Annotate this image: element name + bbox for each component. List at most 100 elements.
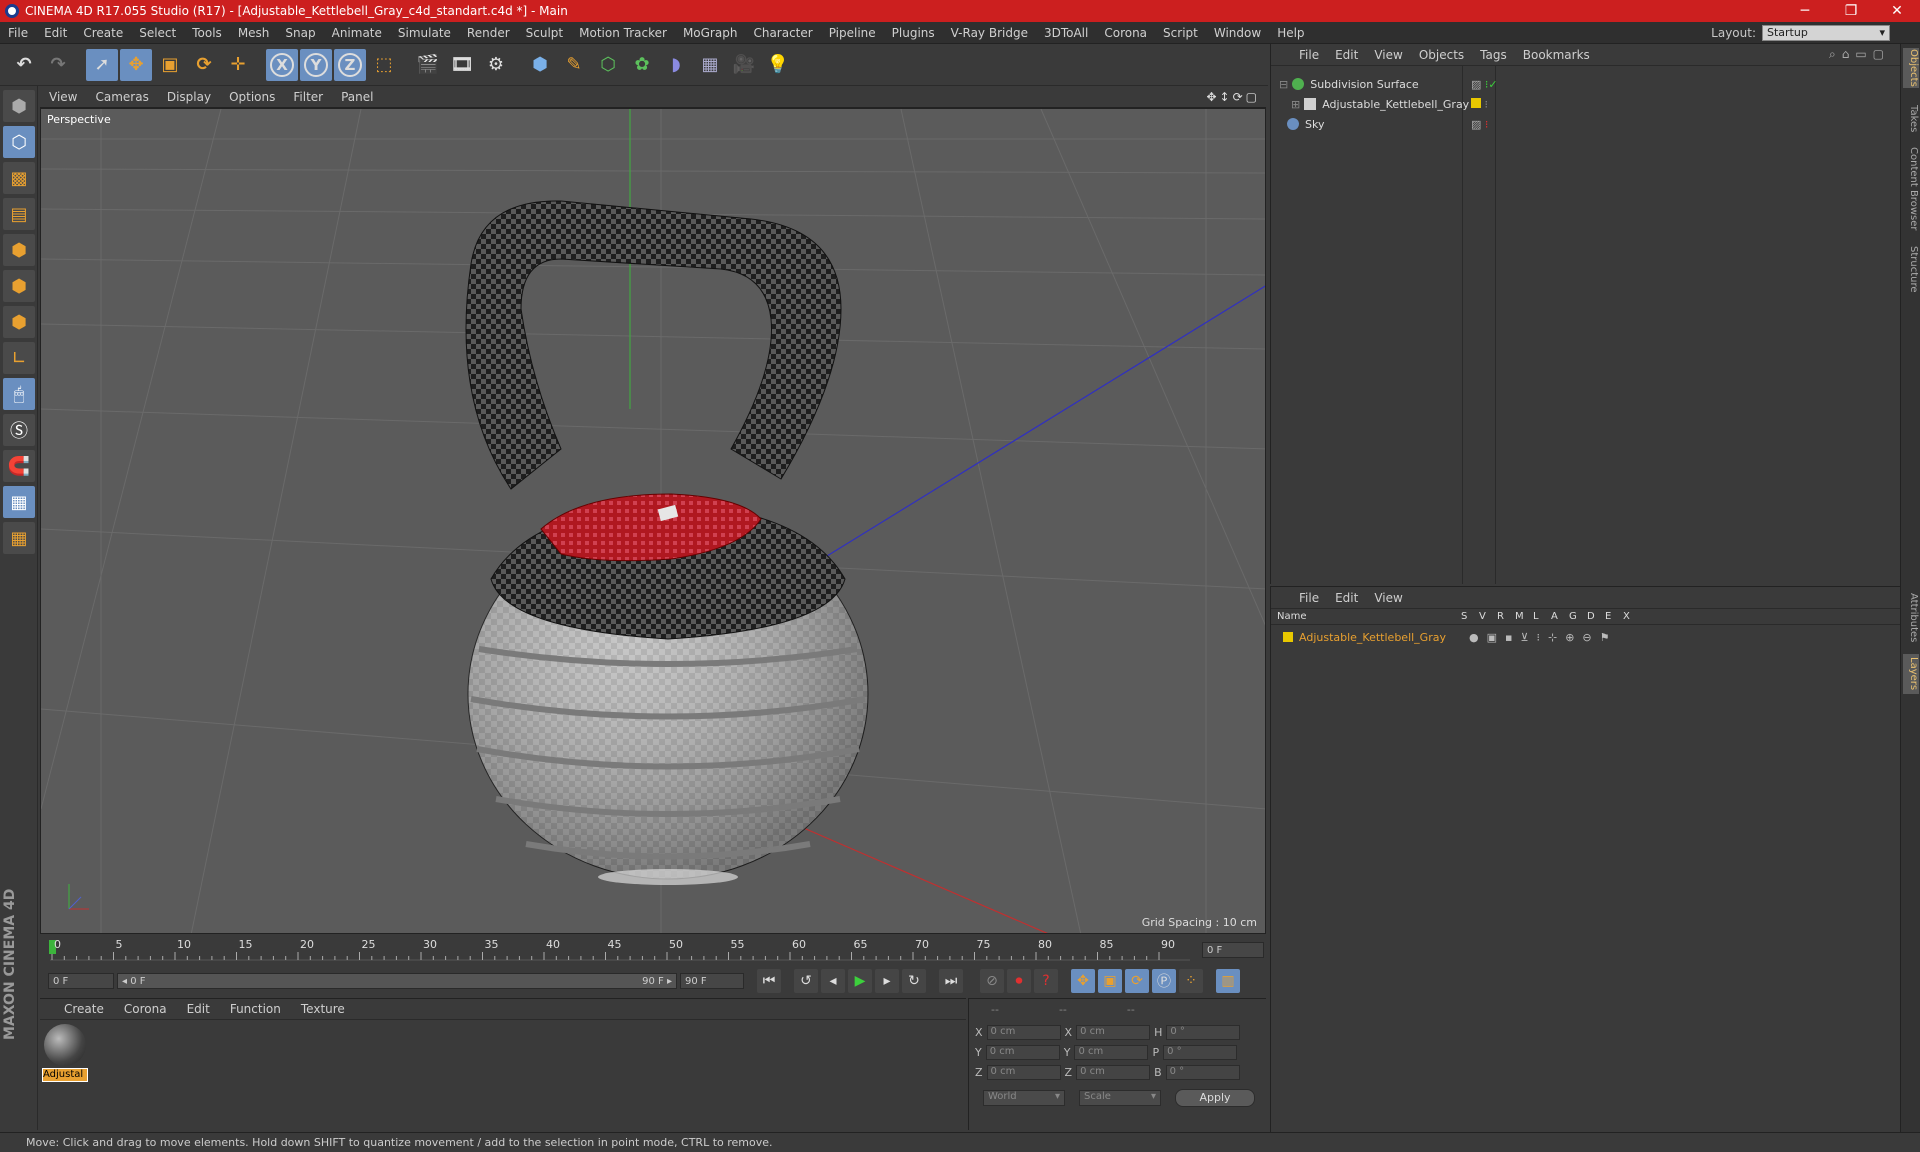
minimize-button[interactable]: ─ xyxy=(1782,3,1828,19)
objects-toolbar-icons[interactable]: ⌕⌂▭▢ xyxy=(1829,47,1900,62)
workplane-lock-icon[interactable]: ▦ xyxy=(3,486,35,518)
key-parameter-icon[interactable]: Ⓟ xyxy=(1152,969,1176,993)
layer-color-swatch[interactable] xyxy=(1283,632,1293,642)
model-mode-icon[interactable]: ⬡ xyxy=(3,126,35,158)
tweak-mode-icon[interactable]: 🖱 xyxy=(3,378,35,410)
perspective-viewport[interactable]: Perspective Grid Spacing : 10 cm xyxy=(40,108,1266,934)
size-mode-select[interactable]: Scale xyxy=(1079,1090,1161,1106)
menu-window[interactable]: Window xyxy=(1206,26,1269,40)
render-view-icon[interactable]: 🎬 xyxy=(412,49,444,81)
viewport-menu-options[interactable]: Options xyxy=(220,90,284,104)
light-icon[interactable]: 💡 xyxy=(762,49,794,81)
y-axis-lock-icon[interactable]: Y xyxy=(300,48,332,81)
start-frame-field[interactable]: 0 F xyxy=(48,973,114,989)
menu-create[interactable]: Create xyxy=(75,26,131,40)
key-rotation-icon[interactable]: ⟳ xyxy=(1125,969,1149,993)
live-selection-icon[interactable]: ➚ xyxy=(86,48,118,81)
material-name-label[interactable]: Adjustal xyxy=(42,1068,88,1082)
axis-mode-icon[interactable]: ∟ xyxy=(3,342,35,374)
coordinate-system-icon[interactable]: ⬚ xyxy=(368,49,400,81)
spline-pen-icon[interactable]: ✎ xyxy=(558,49,590,81)
next-key-icon[interactable]: ↻ xyxy=(902,969,926,993)
tab-takes[interactable]: Takes xyxy=(1903,104,1919,134)
object-row-subdivision[interactable]: ⊟ Subdivision Surface ▨ ⁝✓ xyxy=(1271,74,1901,94)
points-mode-icon[interactable]: ⬢ xyxy=(3,234,35,266)
key-scale-icon[interactable]: ▣ xyxy=(1098,969,1122,993)
menu-pipeline[interactable]: Pipeline xyxy=(821,26,884,40)
key-position-icon[interactable]: ✥ xyxy=(1071,969,1095,993)
previous-frame-icon[interactable]: ◂ xyxy=(821,969,845,993)
layer-flags-icons[interactable]: ●▣▪⊻⁝⊹⊕⊖⚑ xyxy=(1469,631,1618,644)
tab-layers[interactable]: Layers xyxy=(1903,654,1919,694)
previous-key-icon[interactable]: ↺ xyxy=(794,969,818,993)
layout-select[interactable]: Startup xyxy=(1762,24,1890,41)
viewport-menu-view[interactable]: View xyxy=(40,90,86,104)
timeline-window-icon[interactable]: ▥ xyxy=(1216,969,1240,993)
size-x-field[interactable]: 0 cm xyxy=(1076,1025,1151,1040)
menu-tools[interactable]: Tools xyxy=(184,26,230,40)
play-icon[interactable]: ▶ xyxy=(848,969,872,993)
next-frame-icon[interactable]: ▸ xyxy=(875,969,899,993)
current-frame-field[interactable]: 0 F xyxy=(1202,942,1264,958)
position-x-field[interactable]: 0 cm xyxy=(986,1025,1061,1040)
workplane-mode-icon[interactable]: ▤ xyxy=(3,198,35,230)
x-axis-lock-icon[interactable]: X xyxy=(266,48,298,81)
viewport-menu-panel[interactable]: Panel xyxy=(332,90,382,104)
edges-mode-icon[interactable]: ⬢ xyxy=(3,270,35,302)
maximize-button[interactable]: ❐ xyxy=(1828,3,1874,19)
menu-character[interactable]: Character xyxy=(745,26,820,40)
objects-menu-view[interactable]: View xyxy=(1366,48,1410,62)
record-active-icon[interactable]: ⏺ xyxy=(1007,969,1031,993)
menu-mesh[interactable]: Mesh xyxy=(230,26,278,40)
apply-button[interactable]: Apply xyxy=(1175,1089,1255,1107)
texture-mode-icon[interactable]: ▩ xyxy=(3,162,35,194)
rotation-b-field[interactable]: 0 ° xyxy=(1165,1065,1240,1080)
motion-record-icon[interactable]: ⊘ xyxy=(980,969,1004,993)
polygons-mode-icon[interactable]: ⬢ xyxy=(3,306,35,338)
snapping-icon[interactable]: 🧲 xyxy=(3,450,35,482)
menu-plugins[interactable]: Plugins xyxy=(884,26,943,40)
tab-structure[interactable]: Structure xyxy=(1903,244,1919,294)
menu-render[interactable]: Render xyxy=(459,26,518,40)
menu-edit[interactable]: Edit xyxy=(36,26,75,40)
menu-sculpt[interactable]: Sculpt xyxy=(518,26,571,40)
cube-object-icon[interactable]: ⬢ xyxy=(524,49,556,81)
coordinate-mode-select[interactable]: World xyxy=(983,1090,1065,1106)
object-row-sky[interactable]: Sky ▨ ⁝ xyxy=(1271,114,1901,134)
layer-row[interactable]: Adjustable_Kettlebell_Gray ●▣▪⊻⁝⊹⊕⊖⚑ xyxy=(1271,627,1901,647)
rotate-tool-icon[interactable]: ⟳ xyxy=(188,49,220,81)
render-picture-viewer-icon[interactable]: 🎞 xyxy=(446,49,478,81)
material-menu-create[interactable]: Create xyxy=(54,1002,114,1016)
recent-tool-icon[interactable]: ✛ xyxy=(222,49,254,81)
subdivision-generator-icon[interactable]: ⬡ xyxy=(592,49,624,81)
menu-motion-tracker[interactable]: Motion Tracker xyxy=(571,26,675,40)
rotation-p-field[interactable]: 0 ° xyxy=(1163,1045,1238,1060)
timeline-ruler[interactable]: 0 5 10 15 20 25 30 35 40 45 50 55 60 65 70 75 80 85 90 0 F xyxy=(40,934,1266,966)
layers-menu-file[interactable]: File xyxy=(1291,591,1327,605)
material-preview-sphere[interactable] xyxy=(44,1024,86,1066)
menu-simulate[interactable]: Simulate xyxy=(390,26,459,40)
size-y-field[interactable]: 0 cm xyxy=(1074,1045,1149,1060)
material-menu-corona[interactable]: Corona xyxy=(114,1002,177,1016)
objects-menu-objects[interactable]: Objects xyxy=(1411,48,1472,62)
mograph-cloner-icon[interactable]: ✿ xyxy=(626,49,658,81)
viewport-menu-cameras[interactable]: Cameras xyxy=(86,90,157,104)
material-menu-edit[interactable]: Edit xyxy=(177,1002,220,1016)
floor-scene-icon[interactable]: ▦ xyxy=(694,49,726,81)
object-row-kettlebell[interactable]: ⊞ Adjustable_Kettlebell_Gray ⁝ xyxy=(1271,94,1901,114)
solo-mode-icon[interactable]: Ⓢ xyxy=(3,414,35,446)
undo-icon[interactable]: ↶ xyxy=(8,49,40,81)
end-frame-field[interactable]: 90 F xyxy=(680,973,744,989)
camera-icon[interactable]: 🎥 xyxy=(728,49,760,81)
edit-render-settings-icon[interactable]: ⚙ xyxy=(480,49,512,81)
menu-select[interactable]: Select xyxy=(131,26,184,40)
deformer-icon[interactable]: ◗ xyxy=(660,49,692,81)
tab-attributes[interactable]: Attributes xyxy=(1903,590,1919,646)
viewport-menu-display[interactable]: Display xyxy=(158,90,220,104)
menu-corona[interactable]: Corona xyxy=(1096,26,1155,40)
tab-content-browser[interactable]: Content Browser xyxy=(1903,144,1919,234)
key-pla-icon[interactable]: ⁘ xyxy=(1179,969,1203,993)
layers-menu-edit[interactable]: Edit xyxy=(1327,591,1366,605)
position-y-field[interactable]: 0 cm xyxy=(985,1045,1060,1060)
objects-menu-tags[interactable]: Tags xyxy=(1472,48,1515,62)
